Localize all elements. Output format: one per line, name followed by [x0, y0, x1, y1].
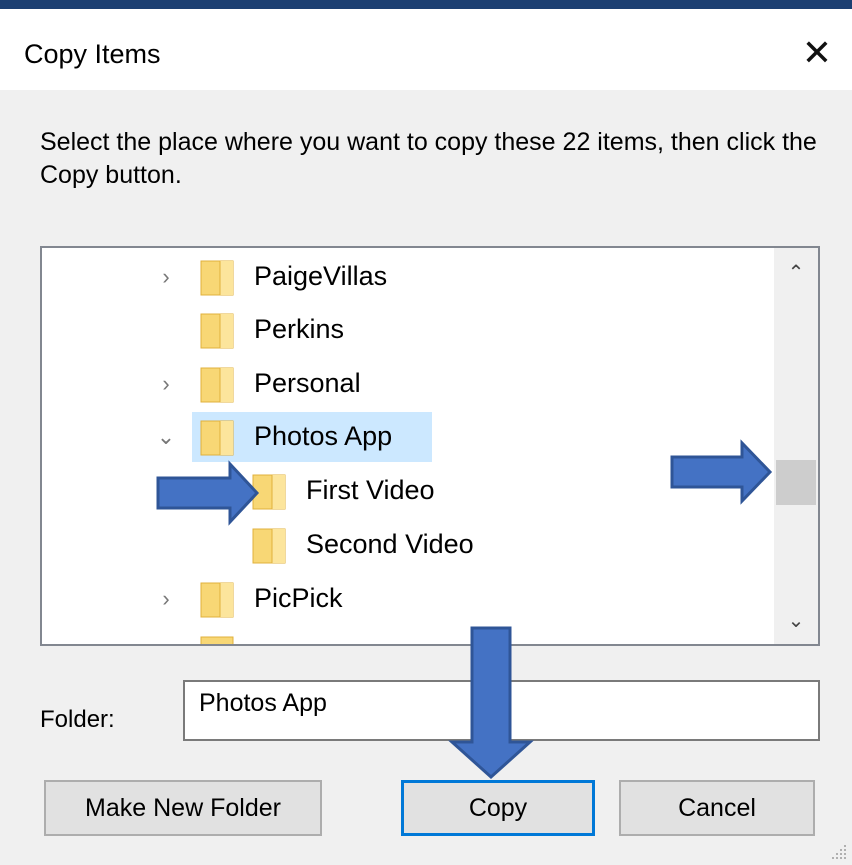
- tree-item-label: Perkins: [254, 314, 345, 344]
- folder-icon: [200, 636, 234, 644]
- instructions-text: Select the place where you want to copy …: [40, 128, 817, 189]
- chevron-down-icon[interactable]: ⌄: [154, 412, 178, 462]
- make-new-folder-button[interactable]: Make New Folder: [44, 780, 322, 836]
- scroll-up-button[interactable]: ⌃: [774, 252, 818, 292]
- folder-input[interactable]: [183, 680, 820, 741]
- tree-item-second-video[interactable]: Second Video: [42, 520, 772, 570]
- tree-item-perkins[interactable]: Perkins: [42, 305, 772, 355]
- folder-icon: [252, 474, 286, 510]
- tree-item-label: PaigeVillas: [254, 261, 388, 291]
- tree-item-label: Personal: [254, 368, 361, 398]
- tree-item-partial[interactable]: [42, 628, 772, 644]
- tree-item-photos-app[interactable]: Photos App: [192, 412, 432, 462]
- resize-grip-icon[interactable]: [830, 843, 848, 861]
- chevron-right-icon[interactable]: ›: [154, 252, 178, 302]
- copy-button[interactable]: Copy: [401, 780, 595, 836]
- scroll-down-button[interactable]: ⌄: [774, 600, 818, 640]
- folder-icon: [200, 313, 234, 349]
- dialog-title: Copy Items: [24, 39, 161, 69]
- folder-tree[interactable]: › PaigeVillas Perkins › Personal Photos …: [40, 246, 820, 646]
- folder-icon: [200, 582, 234, 618]
- scrollbar-thumb[interactable]: [776, 460, 816, 505]
- folder-icon: [200, 260, 234, 296]
- tree-item-paigevillas[interactable]: › PaigeVillas: [42, 252, 772, 302]
- window-top-strip: [0, 0, 852, 9]
- tree-item-label: PicPick: [254, 583, 343, 613]
- tree-item-label: Photos App: [254, 421, 393, 451]
- folder-icon: [200, 420, 234, 456]
- folder-icon: [200, 367, 234, 403]
- chevron-right-icon[interactable]: ›: [154, 359, 178, 409]
- folder-icon: [252, 528, 286, 564]
- close-button[interactable]: ✕: [795, 31, 839, 75]
- title-bar: Copy Items ✕: [0, 9, 852, 90]
- chevron-right-icon[interactable]: ›: [154, 574, 178, 624]
- tree-item-personal[interactable]: › Personal: [42, 359, 772, 409]
- cancel-button[interactable]: Cancel: [619, 780, 815, 836]
- tree-item-first-video[interactable]: First Video: [42, 466, 772, 516]
- folder-field-label: Folder:: [40, 706, 115, 733]
- tree-item-picpick[interactable]: › PicPick: [42, 574, 772, 624]
- vertical-scrollbar[interactable]: ⌃ ⌄: [774, 248, 818, 644]
- tree-item-label: Second Video: [306, 529, 474, 559]
- tree-item-label: First Video: [306, 475, 435, 505]
